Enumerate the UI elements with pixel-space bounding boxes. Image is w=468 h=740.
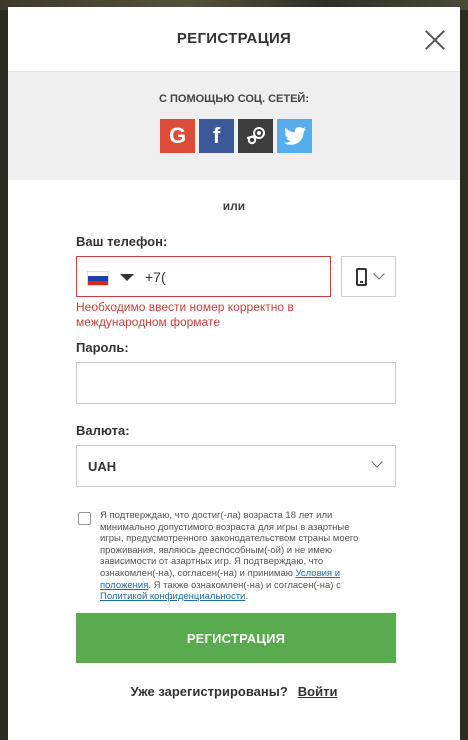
password-input[interactable] <box>77 363 395 403</box>
currency-selected-value: UAH <box>88 459 117 474</box>
social-title: С ПОМОЩЬЮ СОЦ. СЕТЕЙ: <box>159 93 309 105</box>
twitter-login-button[interactable] <box>277 119 312 153</box>
russia-flag-icon[interactable] <box>87 271 109 286</box>
modal-title: РЕГИСТРАЦИЯ <box>176 30 292 47</box>
steam-login-button[interactable] <box>238 119 273 153</box>
privacy-policy-link[interactable]: Политикой конфиденциальности <box>100 591 245 602</box>
register-button[interactable]: РЕГИСТРАЦИЯ <box>76 613 396 663</box>
terms-text-part: . Я также ознакомлен(-на) и согласен(-на… <box>148 579 341 591</box>
login-link[interactable]: Войти <box>298 684 338 699</box>
steam-icon <box>246 127 265 145</box>
twitter-icon <box>283 126 306 145</box>
social-login-section: С ПОМОЩЬЮ СОЦ. СЕТЕЙ: G f <box>8 72 460 180</box>
google-icon: G <box>168 123 187 148</box>
phone-error-message: Необходимо ввести номер корректно в межд… <box>76 300 294 329</box>
modal-header: РЕГИСТРАЦИЯ <box>8 7 460 72</box>
registration-modal: РЕГИСТРАЦИЯ С ПОМОЩЬЮ СОЦ. СЕТЕЙ: G f ил… <box>8 7 460 740</box>
mobile-phone-icon <box>356 268 367 286</box>
social-buttons: G f <box>160 119 312 153</box>
close-icon[interactable] <box>424 29 446 51</box>
phone-input[interactable] <box>145 257 325 296</box>
phone-label: Ваш телефон: <box>76 234 168 249</box>
terms-text: Я подтверждаю, что достиг(-ла) возраста … <box>100 510 368 603</box>
terms-checkbox[interactable] <box>78 512 91 525</box>
chevron-down-icon <box>371 456 383 468</box>
password-label: Пароль: <box>76 340 129 355</box>
phone-field <box>76 256 331 297</box>
or-divider: или <box>222 199 246 213</box>
currency-label: Валюта: <box>76 423 130 438</box>
password-field <box>76 362 396 404</box>
facebook-login-button[interactable]: f <box>199 119 234 153</box>
phone-type-select[interactable] <box>341 256 396 297</box>
login-row: Уже зарегистрированы? Войти <box>8 684 460 699</box>
google-login-button[interactable]: G <box>160 119 195 153</box>
currency-select[interactable]: UAH <box>76 445 396 487</box>
login-prompt: Уже зарегистрированы? <box>130 684 288 699</box>
chevron-down-icon <box>373 268 385 280</box>
facebook-icon: f <box>212 123 221 148</box>
country-dropdown-caret-icon[interactable] <box>120 274 134 281</box>
terms-text-part: . <box>245 591 248 603</box>
